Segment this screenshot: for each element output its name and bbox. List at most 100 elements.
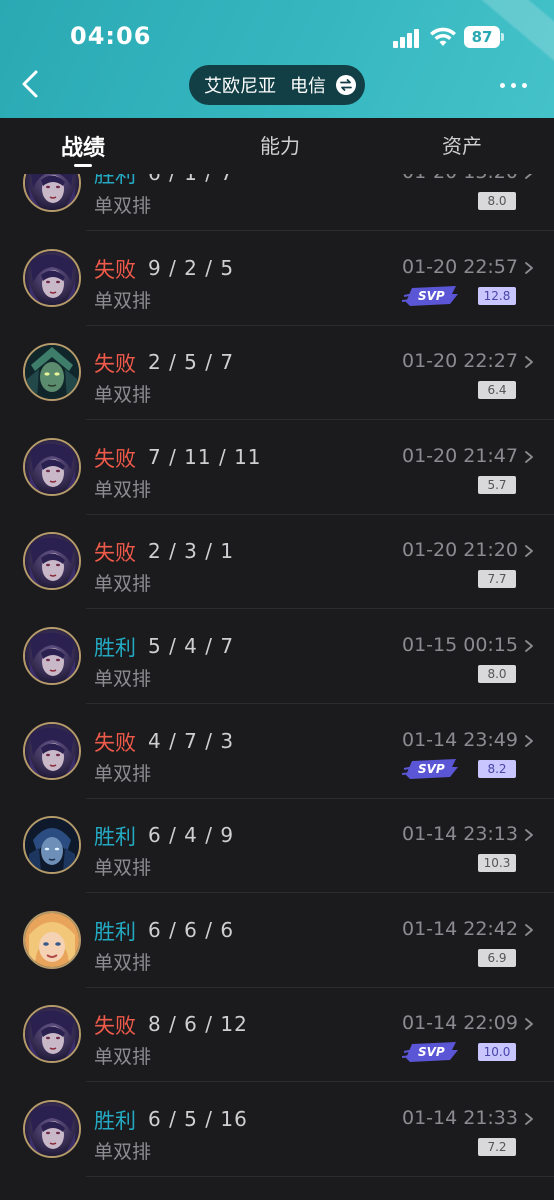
match-date: 01-20 22:57 [401,255,518,278]
status-time: 04:06 [70,22,152,50]
match-date: 01-14 23:49 [401,728,518,751]
match-result: 失败 [94,257,136,282]
match-row[interactable]: 失败 2 / 3 / 1 单双排 01-20 21:20 7.7 [0,515,554,610]
match-score-badge: 8.2 [478,759,516,778]
match-row[interactable]: 胜利 6 / 6 / 6 单双排 01-14 22:42 6.9 [0,894,554,988]
back-chevron-icon [22,70,38,98]
match-kda: 9 / 2 / 5 [148,255,235,280]
match-row[interactable]: 胜利 6 / 4 / 9 单双排 01-14 23:13 10.3 [0,799,554,894]
match-kda: 4 / 7 / 3 [148,728,235,753]
match-score-badge: 10.0 [478,1043,516,1062]
tab-assets[interactable]: 资产 [402,130,522,166]
match-result: 胜利 [94,825,136,850]
match-mode: 单双排 [94,1141,152,1163]
svp-badge-icon: SVP [401,282,460,308]
svp-label: SVP [418,762,445,776]
svp-label: SVP [418,1045,445,1059]
chevron-right-icon [524,827,534,842]
chevron-right-icon [524,260,534,274]
match-date: 01-14 22:42 [401,917,518,940]
app-root: 04:06 87 艾欧尼亚 电信 战绩 能力 资产 胜利 单双排 8.0 失败 … [0,0,554,1200]
champion-avatar [23,248,81,307]
tab-active-indicator [74,164,92,167]
match-result: 失败 [94,352,136,377]
battery-icon: 87 [464,26,500,48]
match-result: 胜利 [94,1109,136,1133]
match-date: 01-14 22:09 [401,1012,518,1035]
match-result: 失败 [94,446,136,471]
match-kda: 6 / 5 / 16 [148,1107,248,1131]
match-row[interactable]: 失败 7 / 11 / 11 单双排 01-20 21:47 5.7 [0,421,554,515]
chevron-right-icon [524,354,534,369]
match-kda: 5 / 4 / 7 [148,634,235,658]
chevron-right-icon [524,1111,534,1125]
match-row[interactable]: 失败 4 / 7 / 3 单双排 01-14 23:49 SVP 8.2 [0,705,554,799]
match-row[interactable]: 胜利 6 / 5 / 16 单双排 01-14 21:33 7.2 [0,1083,554,1177]
match-kda: 6 / 6 / 6 [148,917,235,942]
chevron-right-icon [524,1016,534,1031]
champion-avatar [23,437,81,496]
chevron-right-icon [524,449,534,463]
match-mode: 单双排 [94,289,152,312]
chevron-right-icon [524,638,534,652]
match-mode: 单双排 [94,668,152,690]
match-kda: 7 / 11 / 11 [148,444,262,469]
champion-avatar [23,721,81,780]
row-divider [86,1176,554,1177]
match-result: 失败 [94,541,136,566]
server-region: 艾欧尼亚 [204,76,276,97]
match-row[interactable]: 失败 9 / 2 / 5 单双排 01-20 22:57 SVP 12.8 [0,232,554,326]
battery-nub [501,33,504,41]
match-date: 01-15 00:15 [401,634,518,656]
tab-ability[interactable]: 能力 [220,130,340,166]
match-result: 胜利 [94,636,136,660]
chevron-right-icon [524,543,534,558]
match-row[interactable]: 胜利 5 / 4 / 7 单双排 01-15 00:15 8.0 [0,610,554,704]
match-result: 失败 [94,1014,136,1039]
champion-avatar [23,627,81,685]
match-kda: 2 / 5 / 7 [148,350,235,375]
svp-badge-icon: SVP [401,755,460,781]
match-result: 胜利 [94,919,136,944]
champion-avatar [23,343,81,402]
match-result: 失败 [94,730,136,755]
match-mode: 单双排 [94,951,152,974]
champion-avatar [23,910,81,969]
match-mode: 单双排 [94,384,152,407]
match-score-badge: 8.0 [478,665,516,683]
match-kda: 8 / 6 / 12 [148,1012,248,1037]
match-kda: 6 / 4 / 9 [148,823,235,848]
tab-bar: 战绩 能力 资产 [0,118,554,174]
match-score-badge: 6.4 [478,381,516,400]
status-bar: 04:06 87 [0,0,554,60]
match-mode: 单双排 [94,195,152,217]
more-options-button[interactable] [494,72,534,98]
server-switch-button[interactable]: 艾欧尼亚 电信 [189,65,365,105]
svp-label: SVP [418,289,445,303]
tab-match-history[interactable]: 战绩 [23,130,143,166]
match-score-badge: 7.2 [478,1138,516,1156]
match-mode: 单双排 [94,1046,152,1069]
server-isp: 电信 [290,76,326,97]
champion-avatar [23,1100,81,1158]
match-row[interactable]: 失败 8 / 6 / 12 单双排 01-14 22:09 SVP 10.0 [0,988,554,1083]
match-score-badge: 7.7 [478,570,516,589]
cellular-signal-icon [393,28,421,48]
match-date: 01-20 21:47 [401,444,518,467]
match-row[interactable]: 失败 2 / 5 / 7 单双排 01-20 22:27 6.4 [0,326,554,421]
match-kda: 2 / 3 / 1 [148,539,235,564]
match-mode: 单双排 [94,857,152,880]
chevron-right-icon [524,922,534,936]
svp-badge-icon: SVP [401,1038,460,1064]
match-date: 01-14 21:33 [401,1107,518,1129]
match-date: 01-14 23:13 [401,823,518,846]
match-mode: 单双排 [94,762,152,785]
chevron-right-icon [524,733,534,747]
match-list[interactable]: 胜利6 / 1 / 7单双排01-20 13:208.0 失败9 / 2 / 5… [0,138,554,1200]
back-button[interactable] [14,64,54,104]
match-score-badge: 8.0 [478,192,516,210]
champion-avatar [23,532,81,591]
header: 04:06 87 艾欧尼亚 电信 [0,0,554,118]
match-mode: 单双排 [94,573,152,596]
champion-avatar [23,816,81,875]
